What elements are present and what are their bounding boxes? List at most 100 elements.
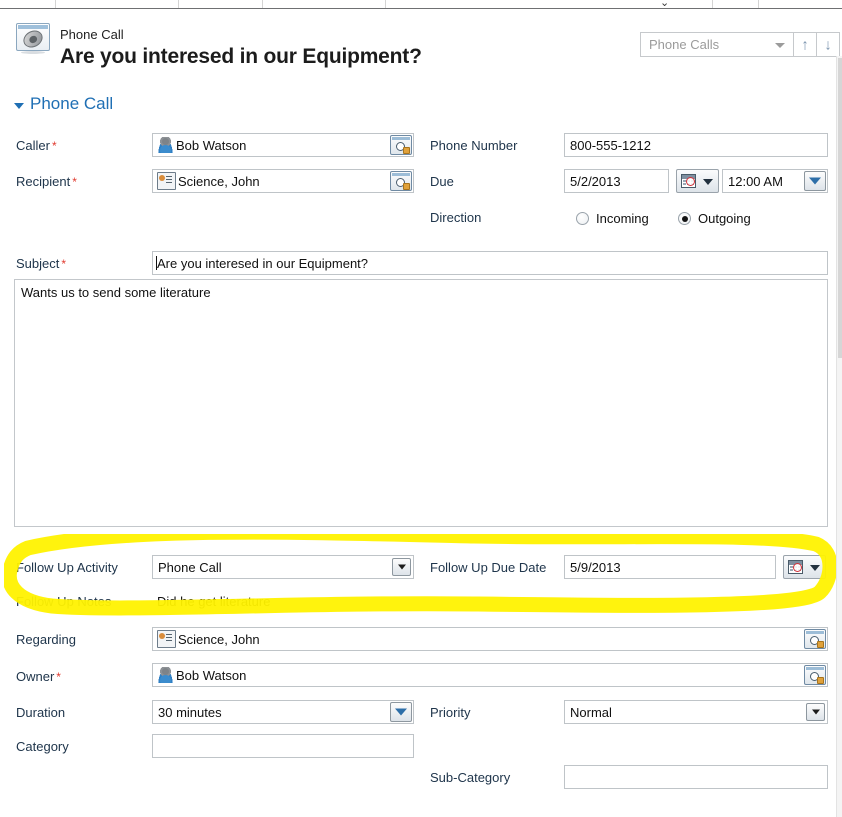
- duration-select[interactable]: 30 minutes: [152, 700, 414, 724]
- contact-card-icon: [157, 172, 176, 190]
- required-indicator: *: [56, 670, 61, 684]
- priority-dropdown-button[interactable]: [806, 703, 825, 721]
- phone-call-icon: [16, 23, 52, 54]
- section-header-phone-call[interactable]: Phone Call: [14, 94, 113, 114]
- duration-dropdown-button[interactable]: [390, 702, 412, 722]
- direction-radio-incoming[interactable]: Incoming: [576, 211, 649, 226]
- regarding-lookup-button[interactable]: [804, 629, 826, 649]
- chevron-down-icon: [703, 179, 713, 185]
- priority-label: Priority: [430, 705, 471, 720]
- due-time-select[interactable]: 12:00 AM: [722, 169, 828, 193]
- regarding-input[interactable]: Science, John: [152, 627, 828, 651]
- sub-category-input[interactable]: [564, 765, 828, 789]
- owner-value: Bob Watson: [176, 667, 247, 683]
- due-time-value: 12:00 AM: [728, 173, 783, 189]
- clock-overlay-icon: [686, 177, 695, 186]
- required-indicator: *: [72, 175, 77, 189]
- chevron-down-icon: [775, 42, 785, 48]
- follow-up-due-date-value: 5/9/2013: [570, 559, 621, 575]
- vertical-scrollbar[interactable]: [836, 56, 842, 817]
- caller-label: Caller *: [16, 138, 57, 153]
- required-indicator: *: [61, 257, 67, 271]
- sub-category-label: Sub-Category: [430, 770, 511, 785]
- ribbon-tab-strip[interactable]: ⌄: [0, 0, 842, 9]
- lookup-badge-icon: [817, 677, 824, 684]
- recipient-input[interactable]: Science, John: [152, 169, 414, 193]
- duration-value: 30 minutes: [158, 704, 222, 720]
- caller-input[interactable]: Bob Watson: [152, 133, 414, 157]
- chevron-down-icon: [811, 709, 820, 715]
- due-label: Due: [430, 174, 454, 189]
- owner-input[interactable]: Bob Watson: [152, 663, 828, 687]
- record-set-dropdown[interactable]: Phone Calls: [640, 32, 794, 57]
- phone-number-label: Phone Number: [430, 138, 518, 153]
- follow-up-notes-label: Follow Up Notes: [16, 594, 112, 609]
- arrow-up-icon: ↑: [801, 36, 809, 53]
- arrow-down-icon: ↓: [824, 36, 832, 53]
- caller-lookup-button[interactable]: [390, 135, 412, 155]
- radio-selected-icon: [678, 212, 691, 225]
- chevron-down-icon: [809, 177, 821, 185]
- due-date-input[interactable]: 5/2/2013: [564, 169, 669, 193]
- recipient-lookup-button[interactable]: [390, 171, 412, 191]
- required-indicator: *: [51, 139, 57, 153]
- follow-up-activity-label: Follow Up Activity: [16, 560, 118, 575]
- section-header-label: Phone Call: [30, 94, 114, 113]
- follow-up-due-date-input[interactable]: 5/9/2013: [564, 555, 776, 579]
- priority-select[interactable]: Normal: [564, 700, 828, 724]
- ribbon-tab-divider: [712, 0, 713, 8]
- follow-up-date-picker-button[interactable]: [783, 555, 826, 579]
- due-time-dropdown-button[interactable]: [804, 171, 826, 191]
- contact-card-icon: [157, 630, 176, 648]
- direction-outgoing-label: Outgoing: [698, 211, 751, 226]
- due-date-value: 5/2/2013: [570, 173, 621, 189]
- phone-number-value: 800-555-1212: [570, 137, 651, 153]
- direction-label: Direction: [430, 210, 482, 225]
- ribbon-tab-divider: [758, 0, 759, 8]
- description-textarea[interactable]: Wants us to send some literature: [14, 279, 828, 527]
- direction-radio-outgoing[interactable]: Outgoing: [678, 211, 751, 226]
- duration-label: Duration: [16, 705, 66, 720]
- owner-label: Owner *: [16, 669, 61, 684]
- ribbon-glyph: ⌄: [660, 0, 670, 9]
- description-value: Wants us to send some literature: [21, 285, 211, 300]
- record-set-value: Phone Calls: [649, 37, 720, 52]
- direction-incoming-label: Incoming: [596, 211, 649, 226]
- scrollbar-thumb[interactable]: [838, 58, 842, 358]
- subject-input[interactable]: Are you interesed in our Equipment?: [152, 251, 828, 275]
- subject-value: Are you interesed in our Equipment?: [157, 255, 369, 271]
- entity-type-label: Phone Call: [60, 27, 124, 42]
- follow-up-due-date-label: Follow Up Due Date: [430, 560, 547, 575]
- priority-value: Normal: [570, 704, 612, 720]
- recipient-value: Science, John: [178, 173, 260, 189]
- follow-up-notes-value: Did he get literature: [157, 593, 271, 609]
- person-icon: [157, 667, 174, 683]
- next-record-button[interactable]: ↓: [817, 32, 840, 57]
- follow-up-notes-input[interactable]: Did he get literature: [152, 590, 828, 612]
- follow-up-activity-dropdown-button[interactable]: [392, 558, 411, 576]
- previous-record-button[interactable]: ↑: [794, 32, 817, 57]
- follow-up-activity-select[interactable]: Phone Call: [152, 555, 414, 579]
- regarding-value: Science, John: [178, 631, 260, 647]
- chevron-down-icon: [810, 565, 820, 571]
- triangle-collapse-icon: [14, 102, 24, 109]
- caller-value: Bob Watson: [176, 137, 247, 153]
- owner-lookup-button[interactable]: [804, 665, 826, 685]
- subject-label: Subject *: [16, 256, 67, 271]
- form-header: Phone Call Are you interesed in our Equi…: [0, 9, 842, 71]
- page-title: Are you interesed in our Equipment?: [60, 45, 422, 68]
- radio-icon: [576, 212, 589, 225]
- recipient-label: Recipient *: [16, 174, 77, 189]
- record-set-navigator: Phone Calls ↑ ↓: [640, 32, 840, 57]
- phone-number-input[interactable]: 800-555-1212: [564, 133, 828, 157]
- lookup-badge-icon: [403, 147, 410, 154]
- category-label: Category: [16, 739, 69, 754]
- clock-overlay-icon: [793, 563, 802, 572]
- category-input[interactable]: [152, 734, 414, 758]
- ribbon-tab-divider: [385, 0, 386, 8]
- regarding-label: Regarding: [16, 632, 76, 647]
- person-icon: [157, 137, 174, 153]
- lookup-badge-icon: [817, 641, 824, 648]
- due-date-picker-button[interactable]: [676, 169, 719, 193]
- ribbon-tab-divider: [262, 0, 263, 8]
